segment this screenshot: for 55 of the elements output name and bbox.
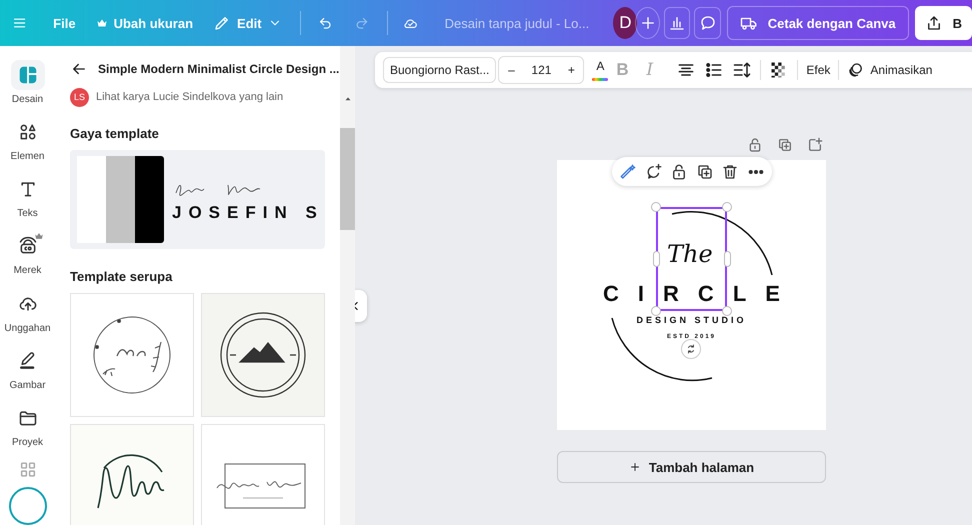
- resize-handle[interactable]: [722, 202, 732, 212]
- elements-icon: [18, 122, 38, 142]
- add-collaborator-button[interactable]: [635, 7, 660, 39]
- resize-handle[interactable]: [653, 251, 660, 267]
- line-spacing-icon[interactable]: [732, 60, 752, 80]
- resize-handle[interactable]: [651, 306, 661, 316]
- increase-size-button[interactable]: +: [559, 63, 584, 77]
- effects-button[interactable]: Efek: [806, 63, 830, 77]
- template-title: Simple Modern Minimalist Circle Design ...: [98, 62, 340, 76]
- decrease-size-button[interactable]: –: [499, 63, 524, 77]
- comment-button[interactable]: [694, 7, 721, 39]
- duplicate-icon[interactable]: [696, 162, 714, 180]
- rotate-handle[interactable]: [681, 339, 701, 359]
- crown-icon: [96, 17, 108, 29]
- rail-item[interactable]: Gambar: [0, 346, 55, 403]
- insights-button[interactable]: [664, 7, 690, 39]
- trash-icon[interactable]: [721, 162, 740, 180]
- logo-subtitle: DESIGN STUDIO: [635, 315, 748, 325]
- resize-handle[interactable]: [651, 202, 661, 212]
- font-size-control[interactable]: – 121 +: [498, 56, 584, 84]
- script-text: The: [667, 240, 713, 268]
- add-page-button[interactable]: Tambah halaman: [557, 451, 826, 483]
- template-style-card[interactable]: JOSEFIN S: [70, 150, 325, 249]
- comment-icon: [698, 14, 717, 32]
- bar-chart-icon: [668, 14, 686, 32]
- author-avatar: LS: [70, 88, 89, 106]
- rotate-icon: [685, 343, 697, 355]
- font-size-value[interactable]: 121: [523, 63, 560, 77]
- rail-item[interactable]: Desain: [0, 60, 55, 118]
- brand-icon: [18, 236, 38, 256]
- rail-item[interactable]: Merek: [0, 231, 55, 289]
- magic-edit-icon[interactable]: [619, 162, 638, 180]
- user-avatar[interactable]: D: [613, 7, 638, 39]
- print-button[interactable]: Cetak dengan Canva: [726, 6, 909, 40]
- plus-icon: [628, 461, 641, 473]
- font-preview-text: JOSEFIN S: [172, 202, 324, 222]
- author-link[interactable]: Lihat karya Lucie Sindelkova yang lain: [96, 91, 284, 103]
- rail-item[interactable]: Teks: [0, 174, 55, 232]
- list-icon[interactable]: [704, 60, 724, 80]
- font-dropdown[interactable]: Buongiorno Rast...: [383, 57, 496, 83]
- profile-circle[interactable]: [8, 487, 46, 525]
- scrollbar-thumb[interactable]: [340, 128, 355, 230]
- text-color-button[interactable]: A: [592, 59, 608, 81]
- add-comment-icon[interactable]: [644, 162, 663, 180]
- add-page-icon[interactable]: [807, 137, 823, 153]
- animate-button[interactable]: Animasikan: [847, 61, 932, 79]
- rail-item[interactable]: Proyek: [0, 402, 55, 460]
- rail-item[interactable]: Unggahan: [0, 288, 55, 346]
- resize-handle[interactable]: [724, 251, 731, 267]
- section-heading: Gaya template: [70, 126, 160, 141]
- resize-handle[interactable]: [722, 306, 732, 316]
- rail-item[interactable]: Elemen: [0, 117, 55, 174]
- section-heading: Template serupa: [70, 269, 174, 284]
- draw-icon: [18, 350, 38, 371]
- share-button[interactable]: B: [914, 6, 972, 40]
